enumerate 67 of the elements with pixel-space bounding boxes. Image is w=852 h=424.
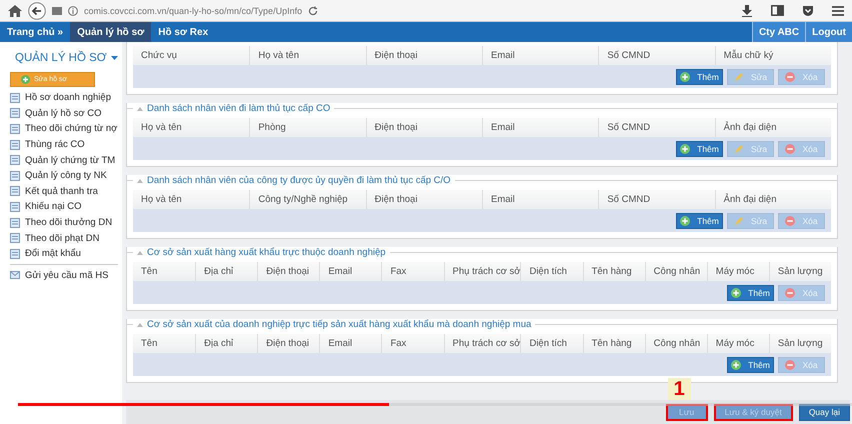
download-icon[interactable] <box>741 4 753 16</box>
minus-icon <box>785 216 796 226</box>
back-icon[interactable] <box>28 2 46 20</box>
plus-icon <box>680 72 690 82</box>
sidebar-item[interactable]: Theo dõi chứng từ nợ <box>10 121 122 137</box>
plus-icon <box>731 360 742 370</box>
add-button[interactable]: Thêm <box>727 356 774 372</box>
minus-icon <box>785 360 796 370</box>
sidebar-item[interactable]: Hồ sơ doanh nghiệp <box>10 90 122 106</box>
add-button[interactable]: Thêm <box>676 140 723 156</box>
document-icon <box>10 202 20 212</box>
video-progress-bar[interactable] <box>18 403 852 406</box>
column-header[interactable]: Họ và tên <box>133 118 250 137</box>
sidebar-item[interactable]: Khiếu nại CO <box>10 199 122 215</box>
annotation-number: 1 <box>668 378 691 400</box>
sidebar-item[interactable]: Quản lý hồ sơ CO <box>10 106 122 122</box>
menu-icon[interactable] <box>832 6 844 16</box>
sidebar-item[interactable]: Quản lý chứng từ TM <box>10 152 122 168</box>
sidebar-item[interactable]: Kết quả thanh tra <box>10 184 122 200</box>
document-icon <box>10 233 20 244</box>
column-header[interactable]: Tên <box>133 334 196 353</box>
envelope-icon <box>10 270 20 280</box>
column-header[interactable]: Tên <box>133 262 196 281</box>
pencil-icon <box>734 72 744 82</box>
nav-tab[interactable]: Quản lý hồ sơ <box>70 22 152 42</box>
pencil-icon <box>734 144 744 154</box>
column-header[interactable]: Họ và tên <box>133 190 250 209</box>
nav-button[interactable]: Cty ABC <box>752 22 806 42</box>
plus-icon <box>680 216 690 226</box>
sidebar-item[interactable]: Quản lý công ty NK <box>10 168 122 184</box>
shield-icon[interactable] <box>802 4 814 16</box>
document-icon <box>10 92 20 103</box>
plus-icon <box>21 75 30 84</box>
address-bar-url[interactable]: comis.covcci.com.vn/quan-ly-ho-so/mn/co/Type/UpInfo <box>84 6 302 16</box>
nav-tab[interactable]: Hồ sơ Rex <box>151 22 216 42</box>
add-button[interactable]: Thêm <box>676 212 723 228</box>
document-icon <box>10 155 20 166</box>
sidebar-item[interactable]: Đổi mật khẩu <box>10 246 122 262</box>
nav-tab[interactable]: Trang chủ » <box>0 22 70 42</box>
info-icon[interactable] <box>68 6 78 16</box>
document-icon <box>10 108 20 118</box>
column-header[interactable]: Chức vụ <box>133 46 250 65</box>
document-icon <box>10 124 20 134</box>
plus-icon <box>731 288 742 298</box>
minus-icon <box>785 144 796 154</box>
nav-button[interactable]: Logout <box>805 22 852 42</box>
minus-icon <box>785 72 796 82</box>
plus-icon <box>680 144 690 154</box>
document-icon <box>10 170 20 181</box>
document-icon <box>10 186 20 196</box>
sidebar-item[interactable]: Gửi yêu cầu mã HS <box>10 268 122 284</box>
sidebar-item[interactable]: Theo dõi thưởng DN <box>10 214 122 230</box>
sidebar-item[interactable]: Theo dõi phạt DN <box>10 230 122 246</box>
pencil-icon <box>734 216 744 226</box>
home-icon[interactable] <box>8 4 22 16</box>
footer-button[interactable]: Quay lại <box>798 404 850 420</box>
add-button[interactable]: Thêm <box>727 284 774 300</box>
sidebar-item[interactable]: Thùng rác CO <box>10 136 122 152</box>
document-icon <box>10 218 20 228</box>
reload-icon[interactable] <box>308 6 318 16</box>
document-icon <box>10 140 20 150</box>
minus-icon <box>785 288 796 298</box>
document-icon <box>10 248 20 259</box>
caret-icon[interactable] <box>110 56 118 60</box>
add-button[interactable]: Thêm <box>676 68 723 84</box>
sidebar-title[interactable]: QUẢN LÝ HỒ SƠ <box>15 52 107 64</box>
window-icon[interactable] <box>771 5 784 16</box>
